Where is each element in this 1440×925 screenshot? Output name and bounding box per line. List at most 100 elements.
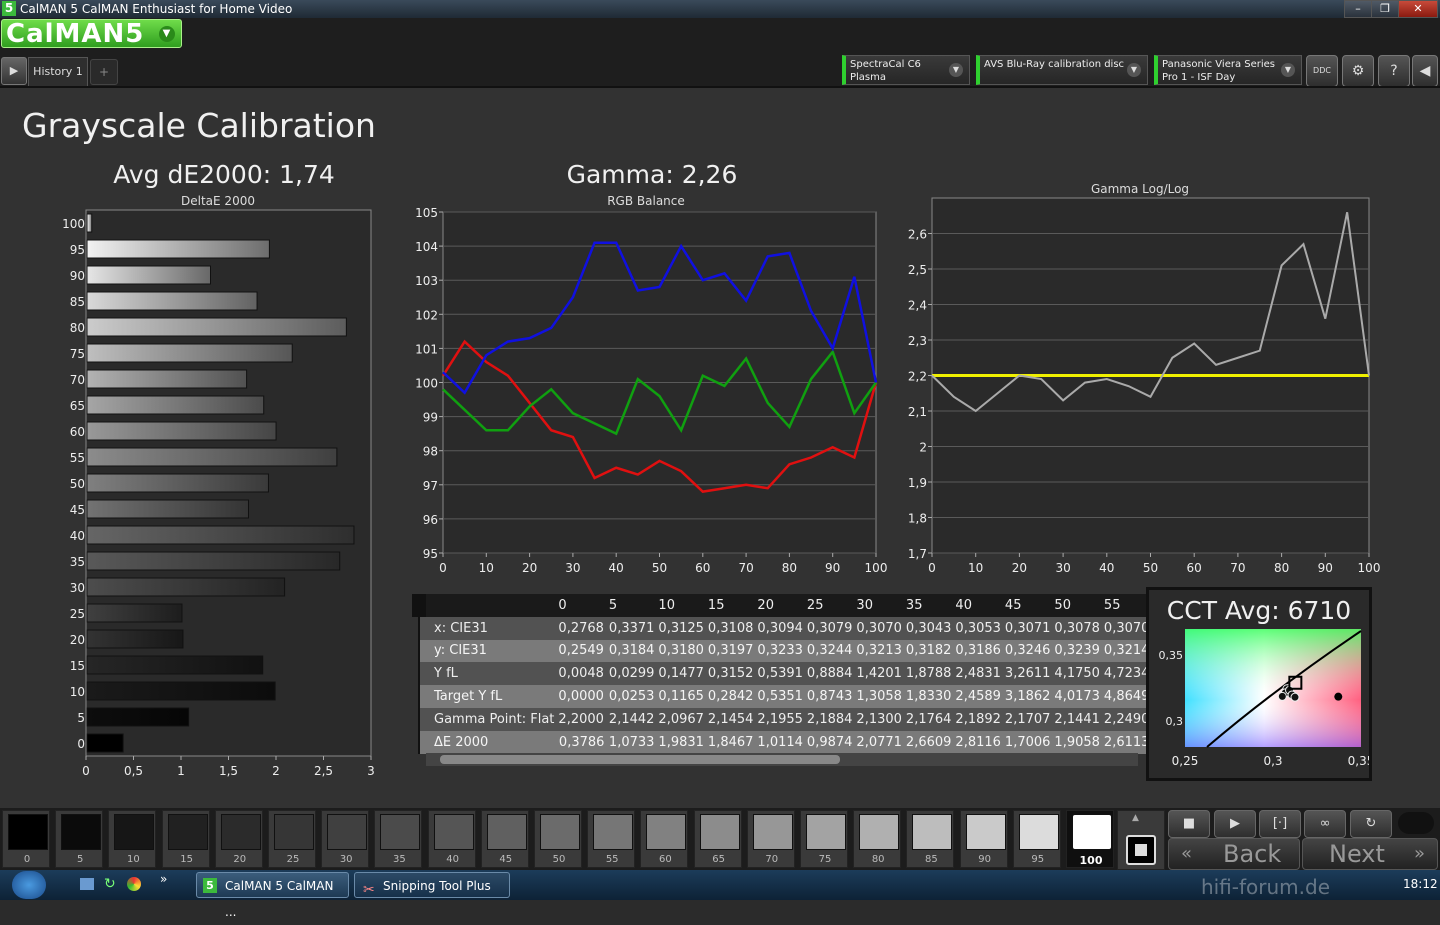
swatch-25[interactable]: 25 <box>268 810 316 868</box>
y-tick-label: 95 <box>423 547 438 561</box>
y-tick-label: 2,4 <box>908 299 927 313</box>
swatch-5[interactable]: 5 <box>55 810 104 868</box>
delta-e-bar <box>86 317 347 337</box>
y-tick-label: 105 <box>415 206 438 220</box>
source-selector[interactable]: AVS Blu-Ray calibration disc ▼ <box>976 55 1148 85</box>
swatch-color <box>699 814 740 850</box>
bracket-icon[interactable]: [·] <box>1259 810 1301 838</box>
swatch-90[interactable]: 90 <box>959 810 1008 868</box>
table-cell: 1,4201 <box>856 666 902 682</box>
calman-menu-button[interactable]: CalMAN5 ▼ <box>1 19 182 49</box>
swatch-70[interactable]: 70 <box>746 810 795 868</box>
swatch-15[interactable]: 15 <box>161 810 210 868</box>
desktop-icon[interactable] <box>80 878 94 890</box>
table-cell: 0,3244 <box>806 643 853 659</box>
close-button[interactable]: ✕ <box>1398 0 1438 18</box>
delta-e-bar <box>86 265 211 285</box>
table-cell: 0,3214 <box>1103 643 1150 659</box>
table-row[interactable]: Gamma Point: Flat 2,2000 2,1442 2,0967 2,145… <box>417 707 1152 731</box>
x-tick-label: 3 <box>367 764 375 778</box>
swatch-45[interactable]: 45 <box>480 810 529 868</box>
swatch-30[interactable]: 30 <box>321 810 370 868</box>
x-tick-label: 50 <box>652 561 667 575</box>
taskbar-item-calman[interactable]: 5 CalMAN 5 CalMAN ... <box>196 872 349 919</box>
y-tick-label: 15 <box>70 659 85 673</box>
swatch-100[interactable]: 100 <box>1066 810 1114 868</box>
swatch-55[interactable]: 55 <box>587 810 636 868</box>
swatch-50[interactable]: 50 <box>534 810 582 868</box>
swatch-color <box>965 814 1006 850</box>
table-cell: 1,8788 <box>905 666 952 682</box>
start-orb-icon[interactable] <box>12 871 46 899</box>
swatch-0[interactable]: 0 <box>2 810 50 868</box>
x-tick-label: 20 <box>1012 561 1027 575</box>
swatch-color <box>752 814 793 850</box>
y-tick-label: 1,8 <box>908 512 927 526</box>
play-icon[interactable]: ▶ <box>1 57 27 85</box>
swatch-65[interactable]: 65 <box>693 810 742 868</box>
deltae-bar-chart: 1009590858075706560555045403530252015105… <box>62 209 375 778</box>
y-tick-label: 1,7 <box>908 547 927 561</box>
y-tick-label: 0,35 <box>1159 649 1184 662</box>
next-button[interactable]: Next » <box>1302 838 1438 870</box>
add-tab-button[interactable]: + <box>90 59 118 85</box>
delta-e-bar <box>86 291 258 311</box>
x-tick-label: 90 <box>1318 561 1333 575</box>
x-tick-label: 2 <box>272 764 280 778</box>
table-cell: 0,3079 <box>806 620 853 636</box>
swatch-80[interactable]: 80 <box>853 810 902 868</box>
swatch-35[interactable]: 35 <box>374 810 423 868</box>
delta-e-bar <box>86 213 93 233</box>
meter-selector[interactable]: SpectraCal C6 Plasma ▼ <box>842 55 970 85</box>
pattern-toggle-button[interactable]: ▲ <box>1117 810 1165 870</box>
col-header: 30 <box>856 597 873 613</box>
table-cell: 1,3058 <box>856 689 902 705</box>
refresh-icon[interactable]: ↻ <box>104 876 116 892</box>
table-row[interactable]: Target Y fL 0,0000 0,0253 0,1165 0,2842 0,535… <box>417 685 1152 708</box>
table-row[interactable]: x: CIE31 0,2768 0,3371 0,3125 0,3108 0,3094 0,… <box>417 616 1152 640</box>
swatch-85[interactable]: 85 <box>906 810 955 868</box>
display-selector[interactable]: Panasonic Viera Series Pro 1 - ISF Day ▼ <box>1154 55 1302 85</box>
play-icon[interactable]: ▶ <box>1214 810 1256 838</box>
minimize-button[interactable]: – <box>1344 0 1372 18</box>
table-cell: 2,4589 <box>955 689 1001 705</box>
ddc-button[interactable]: DDC <box>1306 55 1338 87</box>
table-cell: 0,1477 <box>658 666 704 682</box>
table-row[interactable]: ΔE 2000 0,3786 1,0733 1,9831 1,8467 1,0114 0,9… <box>417 730 1152 754</box>
table-horizontal-scrollbar[interactable] <box>426 753 1138 766</box>
x-tick-label: 0,25 <box>1172 754 1199 768</box>
help-icon[interactable]: ? <box>1378 55 1410 87</box>
y-tick-label: 0,3 <box>1166 715 1184 728</box>
collapse-arrow-icon[interactable]: ◀ <box>1412 55 1438 87</box>
table-cell: 0,0253 <box>608 689 655 705</box>
table-cell: 1,8330 <box>905 689 952 705</box>
scroll-thumb[interactable] <box>440 755 840 764</box>
loop-icon[interactable]: ∞ <box>1304 810 1346 838</box>
restore-button[interactable]: ❐ <box>1371 0 1399 18</box>
back-label: Back <box>1223 840 1282 868</box>
swatch-20[interactable]: 20 <box>214 810 263 868</box>
tab-history-1[interactable]: History 1 <box>28 57 88 86</box>
settings-gear-icon[interactable]: ⚙ <box>1342 55 1374 87</box>
swatch-40[interactable]: 40 <box>427 810 476 868</box>
swatch-95[interactable]: 95 <box>1012 810 1061 868</box>
row-label: x: CIE31 <box>417 616 557 640</box>
row-label: Gamma Point: Flat <box>417 707 557 731</box>
delta-e-bar <box>86 707 190 727</box>
table-row[interactable]: y: CIE31 0,2549 0,3184 0,3180 0,3197 0,3233 0,… <box>417 639 1152 663</box>
table-cell: 1,8467 <box>707 734 754 750</box>
back-button[interactable]: « Back <box>1168 838 1300 870</box>
y-tick-label: 65 <box>70 399 85 413</box>
refresh-icon[interactable]: ↻ <box>1350 810 1392 838</box>
x-tick-label: 0,5 <box>124 764 143 778</box>
table-row[interactable]: Y fL 0,0048 0,0299 0,1477 0,3152 0,5391 0,8884… <box>417 662 1152 686</box>
more-icon[interactable]: » <box>160 872 167 886</box>
swatch-60[interactable]: 60 <box>640 810 689 868</box>
stop-icon[interactable]: ■ <box>1168 810 1210 838</box>
y-tick-label: 10 <box>70 685 85 699</box>
swatch-10[interactable]: 10 <box>108 810 157 868</box>
taskbar-item-snipping[interactable]: ✂ Snipping Tool Plus <box>354 872 510 898</box>
chrome-icon[interactable] <box>127 877 141 891</box>
table-cell: 0,2549 <box>558 643 604 659</box>
swatch-75[interactable]: 75 <box>800 810 848 868</box>
